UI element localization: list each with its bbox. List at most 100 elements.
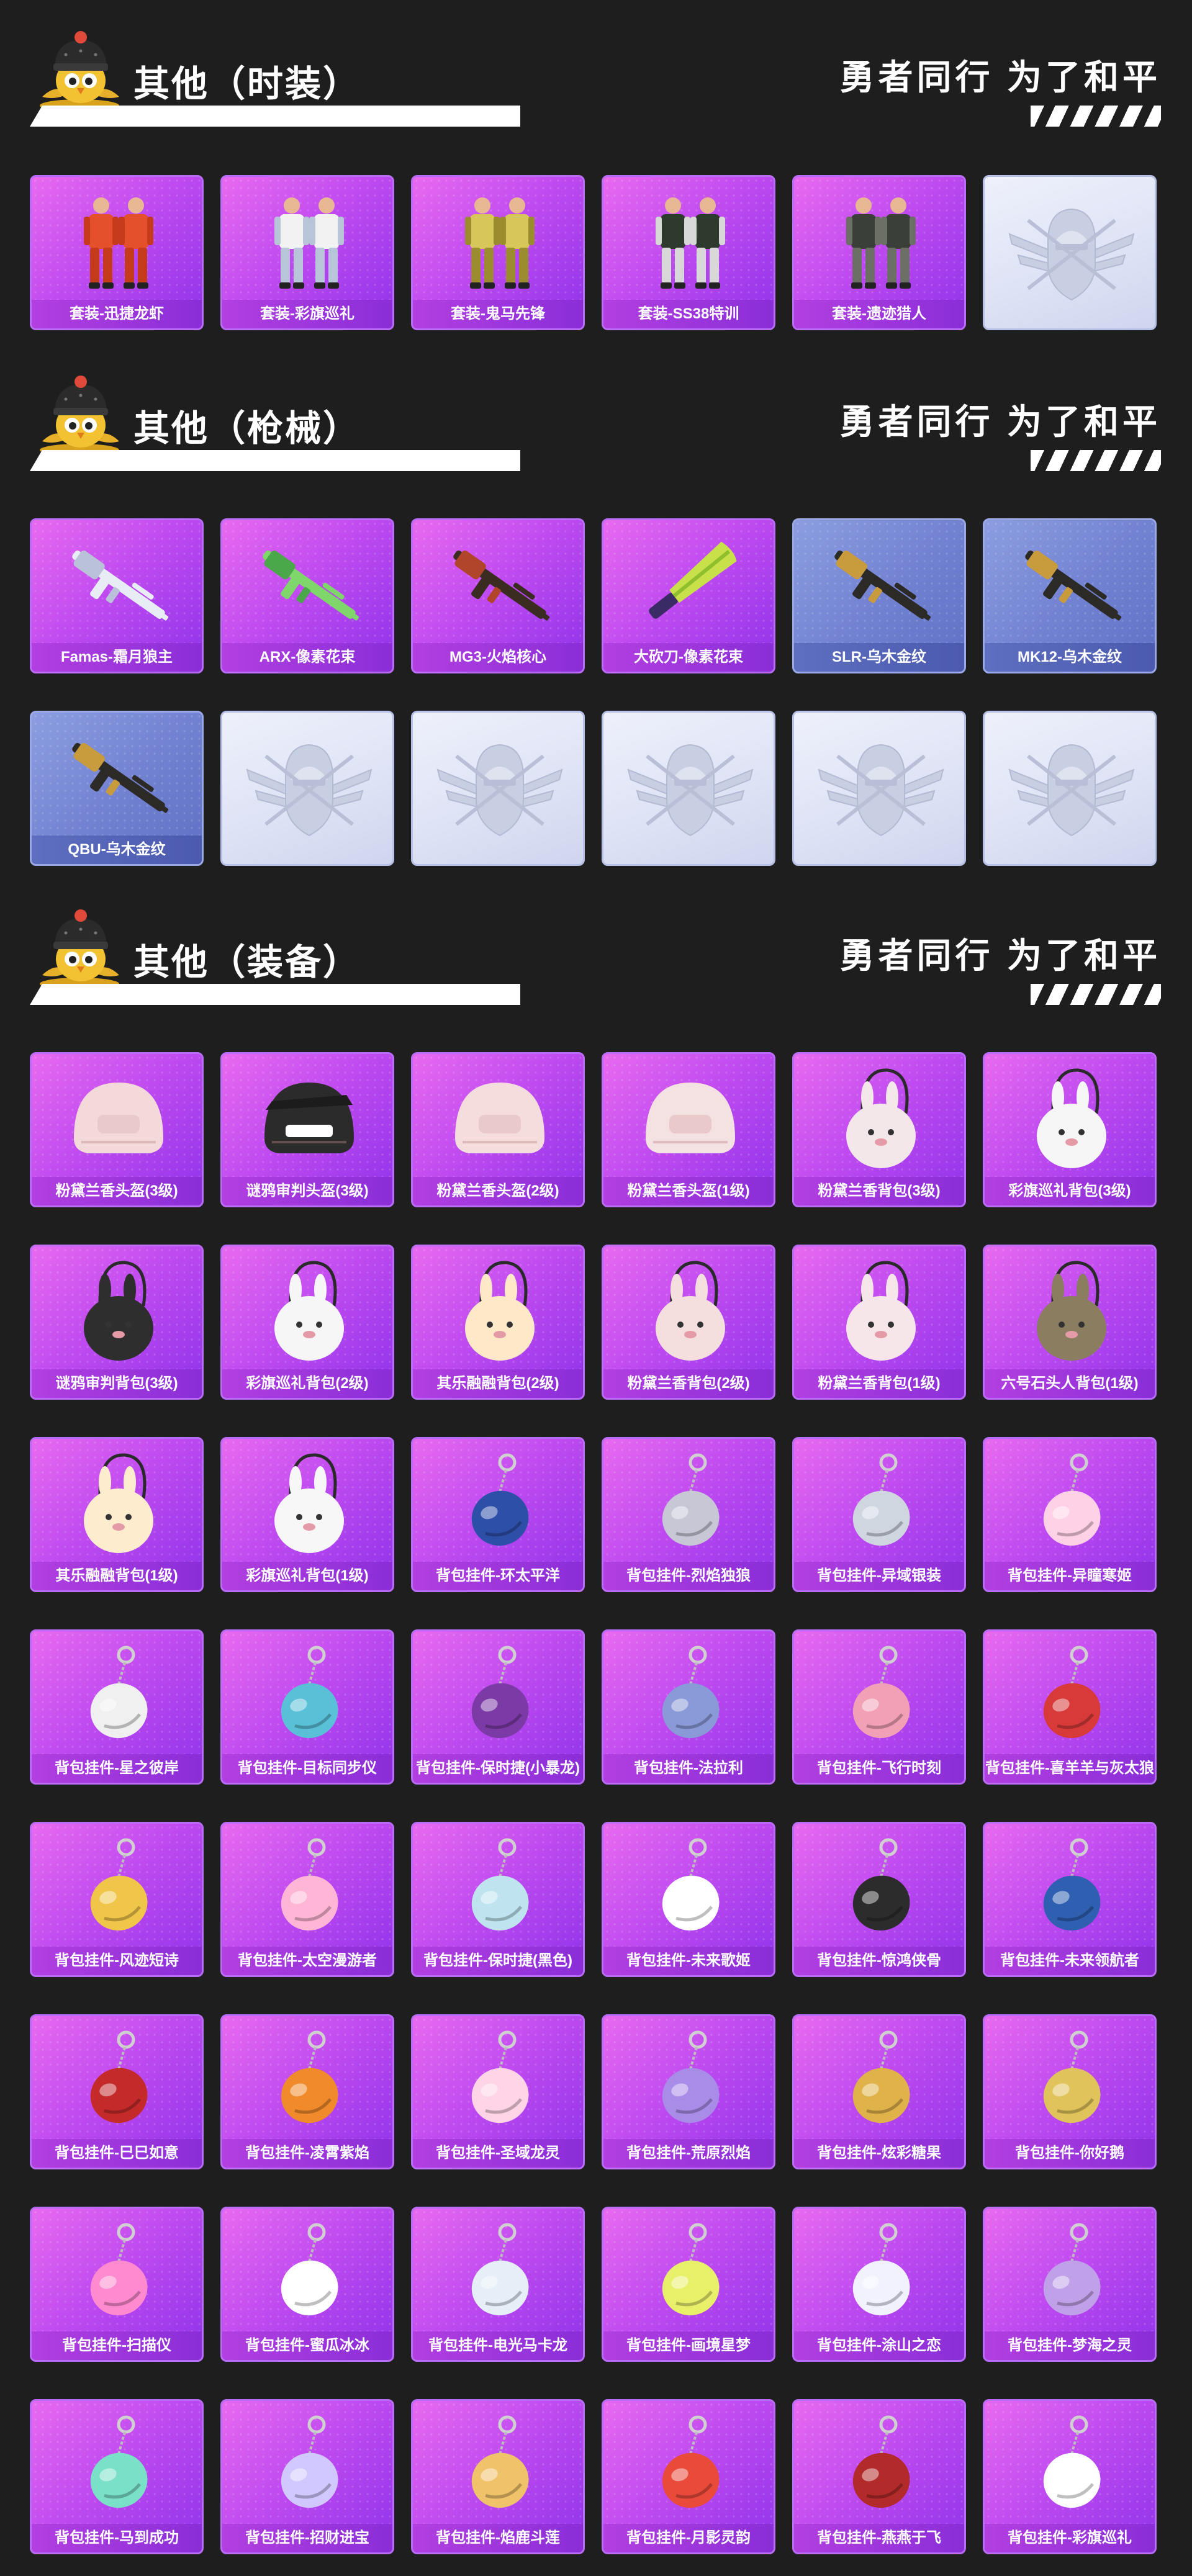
item-card[interactable]: 彩旗巡礼背包(2级) [220, 1245, 394, 1400]
item-card[interactable]: 背包挂件-涂山之恋 [792, 2207, 966, 2362]
item-card[interactable]: MK12-乌木金纹 [983, 518, 1157, 673]
item-card[interactable]: 背包挂件-未来领航者 [983, 1822, 1157, 1977]
item-label: 彩旗巡礼背包(1级) [222, 1562, 392, 1590]
item-card[interactable]: ARX-像素花束 [220, 518, 394, 673]
item-card[interactable]: 彩旗巡礼背包(1级) [220, 1437, 394, 1592]
empty-item-slot[interactable] [983, 711, 1157, 866]
item-card[interactable]: 背包挂件-保时捷(黑色) [411, 1822, 585, 1977]
item-card[interactable]: 套装-彩旗巡礼 [220, 175, 394, 330]
helmet-icon [56, 1064, 181, 1173]
item-card[interactable]: 背包挂件-月影灵韵 [602, 2399, 775, 2554]
item-label: 套装-遗迹猎人 [794, 300, 964, 328]
item-card[interactable]: 背包挂件-异域银装 [792, 1437, 966, 1592]
item-card[interactable]: QBU-乌木金纹 [30, 711, 204, 866]
item-label: 背包挂件-梦海之灵 [985, 2331, 1155, 2360]
rifle-icon [819, 530, 943, 639]
item-card[interactable]: 背包挂件-保时捷(小暴龙) [411, 1629, 585, 1785]
item-label: 粉黛兰香背包(2级) [603, 1369, 774, 1398]
item-label: 背包挂件-月影灵韵 [603, 2524, 774, 2552]
item-card[interactable]: 粉黛兰香背包(2级) [602, 1245, 775, 1400]
item-card[interactable]: 背包挂件-环太平洋 [411, 1437, 585, 1592]
item-card[interactable]: 背包挂件-星之彼岸 [30, 1629, 204, 1785]
item-card[interactable]: 套装-迅捷龙虾 [30, 175, 204, 330]
item-card[interactable]: 背包挂件-蜜瓜冰冰 [220, 2207, 394, 2362]
item-card[interactable]: Famas-霜月狼主 [30, 518, 204, 673]
charm-icon [1009, 2411, 1134, 2520]
empty-item-slot[interactable] [792, 711, 966, 866]
charm-icon [56, 2218, 181, 2328]
outfit-icon [56, 187, 181, 296]
item-card[interactable]: 背包挂件-异瞳寒姬 [983, 1437, 1157, 1592]
item-card[interactable]: 背包挂件-未来歌姬 [602, 1822, 775, 1977]
item-card[interactable]: 谜鸦审判头盔(3级) [220, 1052, 394, 1207]
item-card[interactable]: 粉黛兰香头盔(1级) [602, 1052, 775, 1207]
item-card[interactable]: 背包挂件-圣域龙灵 [411, 2014, 585, 2169]
item-card[interactable]: 粉黛兰香背包(1级) [792, 1245, 966, 1400]
item-card[interactable]: 背包挂件-烈焰独狼 [602, 1437, 775, 1592]
item-label: 粉黛兰香头盔(3级) [32, 1177, 202, 1205]
charm-icon [1009, 2218, 1134, 2328]
item-label: MG3-火焰核心 [413, 643, 583, 672]
item-label: 背包挂件-太空漫游者 [222, 1947, 392, 1975]
item-label: 背包挂件-惊鸿侠骨 [794, 1947, 964, 1975]
machine-gun-icon [438, 530, 562, 639]
section-title: 其他（枪械） [133, 408, 361, 449]
item-card[interactable]: 背包挂件-彩旗巡礼 [983, 2399, 1157, 2554]
charm-icon [1009, 1834, 1134, 1943]
item-card[interactable]: 套装-遗迹猎人 [792, 175, 966, 330]
item-card[interactable]: 背包挂件-目标同步仪 [220, 1629, 394, 1785]
item-card[interactable]: 背包挂件-飞行时刻 [792, 1629, 966, 1785]
item-label: 彩旗巡礼背包(2级) [222, 1369, 392, 1398]
item-label: 背包挂件-法拉利 [603, 1754, 774, 1783]
item-card[interactable]: 背包挂件-招财进宝 [220, 2399, 394, 2554]
charm-icon [247, 1834, 371, 1943]
item-card[interactable]: 背包挂件-你好鹅 [983, 2014, 1157, 2169]
item-card[interactable]: 背包挂件-巳巳如意 [30, 2014, 204, 2169]
item-card[interactable]: 背包挂件-荒原烈焰 [602, 2014, 775, 2169]
item-card[interactable]: MG3-火焰核心 [411, 518, 585, 673]
item-card[interactable]: 彩旗巡礼背包(3级) [983, 1052, 1157, 1207]
item-card[interactable]: 套装-鬼马先锋 [411, 175, 585, 330]
item-card[interactable]: 背包挂件-惊鸿侠骨 [792, 1822, 966, 1977]
item-card[interactable]: 粉黛兰香头盔(2级) [411, 1052, 585, 1207]
title-underline [30, 450, 520, 471]
item-label: 背包挂件-未来领航者 [985, 1947, 1155, 1975]
item-card[interactable]: 粉黛兰香头盔(3级) [30, 1052, 204, 1207]
item-card[interactable]: 背包挂件-炫彩糖果 [792, 2014, 966, 2169]
empty-item-slot[interactable] [220, 711, 394, 866]
item-card[interactable]: 其乐融融背包(2级) [411, 1245, 585, 1400]
item-card[interactable]: 背包挂件-燕燕于飞 [792, 2399, 966, 2554]
item-card[interactable]: 背包挂件-画境星梦 [602, 2207, 775, 2362]
section-header: 其他（枪械） 勇者同行 为了和平 [0, 345, 1192, 471]
item-card[interactable]: 粉黛兰香背包(3级) [792, 1052, 966, 1207]
charm-icon [628, 2026, 752, 2135]
item-label: 背包挂件-焰鹿斗莲 [413, 2524, 583, 2552]
item-card[interactable]: 大砍刀-像素花束 [602, 518, 775, 673]
item-card[interactable]: 背包挂件-焰鹿斗莲 [411, 2399, 585, 2554]
item-card[interactable]: 六号石头人背包(1级) [983, 1245, 1157, 1400]
item-card[interactable]: 谜鸦审判背包(3级) [30, 1245, 204, 1400]
empty-item-slot[interactable] [983, 175, 1157, 330]
item-card[interactable]: 套装-SS38特训 [602, 175, 775, 330]
empty-item-slot[interactable] [602, 711, 775, 866]
emblem-icon [241, 731, 377, 849]
item-label: 谜鸦审判头盔(3级) [222, 1177, 392, 1205]
charm-icon [438, 1449, 562, 1558]
item-card[interactable]: 其乐融融背包(1级) [30, 1437, 204, 1592]
item-card[interactable]: 背包挂件-喜羊羊与灰太狼 [983, 1629, 1157, 1785]
item-card[interactable]: SLR-乌木金纹 [792, 518, 966, 673]
item-card[interactable]: 背包挂件-梦海之灵 [983, 2207, 1157, 2362]
item-label: MK12-乌木金纹 [985, 643, 1155, 672]
item-card[interactable]: 背包挂件-扫描仪 [30, 2207, 204, 2362]
item-label: 背包挂件-蜜瓜冰冰 [222, 2331, 392, 2360]
item-card[interactable]: 背包挂件-凌霄紫焰 [220, 2014, 394, 2169]
empty-item-slot[interactable] [411, 711, 585, 866]
item-label: 粉黛兰香背包(1级) [794, 1369, 964, 1398]
section-outfits: 其他（时装） 勇者同行 为了和平 套装-迅捷龙虾 套装-彩旗巡礼 套装-鬼马先锋… [0, 0, 1192, 348]
item-card[interactable]: 背包挂件-太空漫游者 [220, 1822, 394, 1977]
item-card[interactable]: 背包挂件-马到成功 [30, 2399, 204, 2554]
item-card[interactable]: 背包挂件-电光马卡龙 [411, 2207, 585, 2362]
item-card[interactable]: 背包挂件-法拉利 [602, 1629, 775, 1785]
item-card[interactable]: 背包挂件-风迹短诗 [30, 1822, 204, 1977]
item-label: 套装-鬼马先锋 [413, 300, 583, 328]
